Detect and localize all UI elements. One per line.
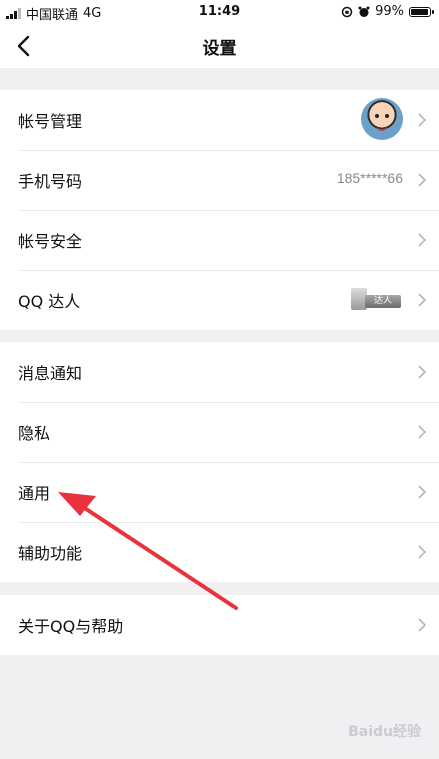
settings-group-general: 消息通知 隐私 通用 辅助功能 xyxy=(0,342,439,582)
phone-number-value: 185*****66 xyxy=(336,170,403,186)
settings-item-accessibility[interactable]: 辅助功能 xyxy=(0,522,439,582)
settings-item-label: QQ 达人 xyxy=(18,292,81,311)
chevron-right-icon xyxy=(418,545,427,559)
settings-item-label: 帐号管理 xyxy=(18,112,83,131)
battery-percent: 99% xyxy=(375,4,404,19)
settings-group-account: 帐号管理 手机号码 185*****66 帐号安全 QQ 达人 达人 xyxy=(0,90,439,330)
settings-item-label: 手机号码 xyxy=(18,172,83,191)
settings-item-label: 消息通知 xyxy=(18,364,83,383)
settings-item-account-management[interactable]: 帐号管理 xyxy=(0,90,439,150)
settings-item-label: 隐私 xyxy=(18,424,51,443)
battery-icon xyxy=(409,6,434,17)
settings-item-label: 帐号安全 xyxy=(18,232,83,251)
settings-item-phone-number[interactable]: 手机号码 185*****66 xyxy=(0,150,439,210)
settings-item-notifications[interactable]: 消息通知 xyxy=(0,342,439,402)
chevron-right-icon xyxy=(418,365,427,379)
settings-item-privacy[interactable]: 隐私 xyxy=(0,402,439,462)
settings-item-label: 关于QQ与帮助 xyxy=(18,617,124,636)
settings-item-label: 通用 xyxy=(18,484,51,503)
settings-item-label: 辅助功能 xyxy=(18,544,83,563)
settings-item-about-help[interactable]: 关于QQ与帮助 xyxy=(0,595,439,655)
chevron-right-icon xyxy=(418,233,427,247)
watermark: Baidu经验 xyxy=(348,724,421,740)
chevron-right-icon xyxy=(418,293,427,307)
chevron-right-icon xyxy=(418,425,427,439)
chevron-right-icon xyxy=(418,113,427,127)
settings-item-account-security[interactable]: 帐号安全 xyxy=(0,210,439,270)
chevron-right-icon xyxy=(418,485,427,499)
settings-item-qq-daren[interactable]: QQ 达人 达人 xyxy=(0,270,439,330)
settings-item-general[interactable]: 通用 xyxy=(0,462,439,522)
settings-group-about: 关于QQ与帮助 xyxy=(0,595,439,655)
status-bar: 中国联通 4G 11:49 99% xyxy=(0,0,439,24)
page-title: 设置 xyxy=(202,39,237,59)
chevron-right-icon xyxy=(418,173,427,187)
nav-bar: 设置 xyxy=(0,24,439,68)
avatar xyxy=(361,98,403,140)
daren-badge-icon: 达人 xyxy=(351,288,401,310)
daren-badge-label: 达人 xyxy=(365,295,401,308)
chevron-right-icon xyxy=(418,618,427,632)
alarm-icon xyxy=(358,6,370,17)
orientation-lock-icon xyxy=(341,6,353,17)
